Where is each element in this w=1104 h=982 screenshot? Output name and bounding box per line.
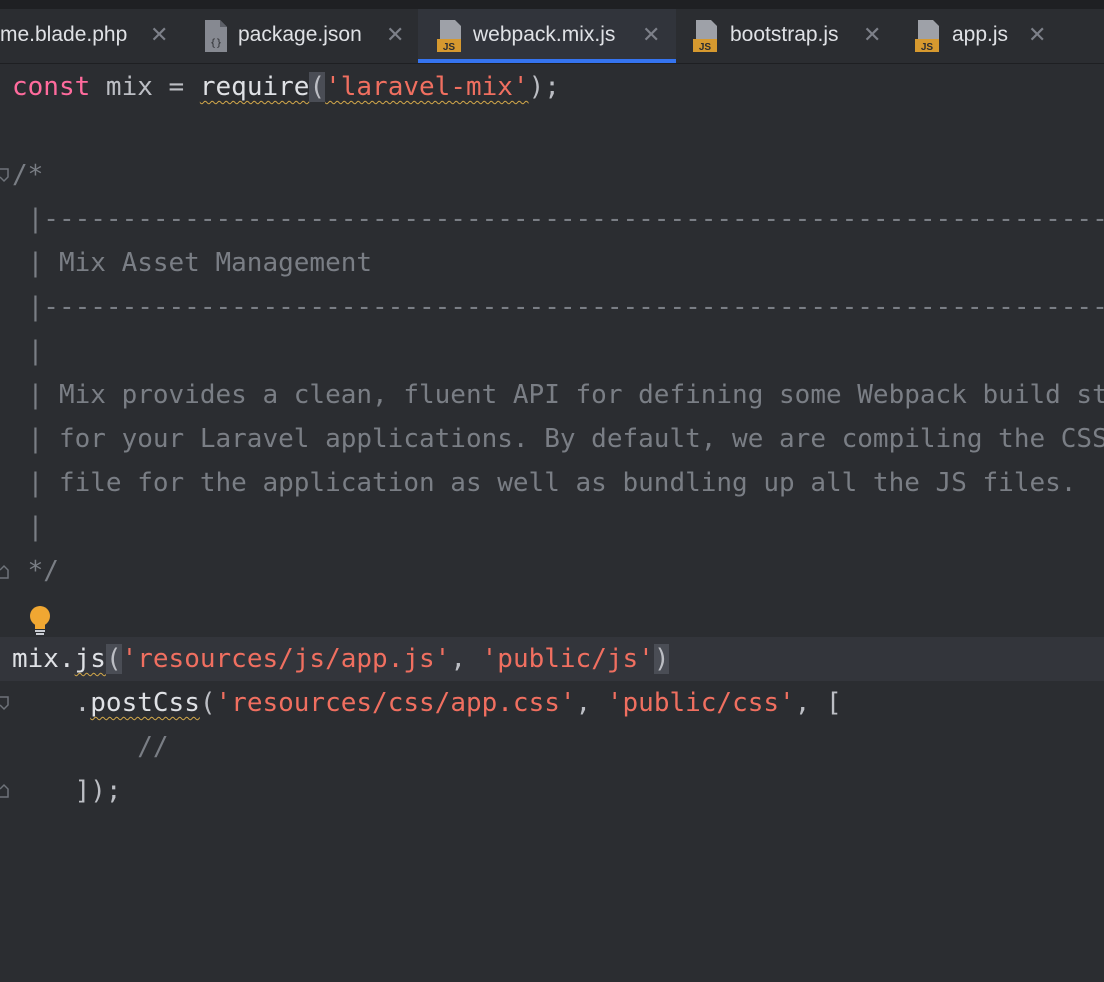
close-icon[interactable]: ✕ xyxy=(642,22,660,48)
function-token: require xyxy=(199,72,310,102)
js-file-icon: JS xyxy=(915,20,939,53)
function-token: js xyxy=(74,644,106,674)
fold-end-icon[interactable] xyxy=(0,564,10,580)
code-token: ); xyxy=(528,72,560,102)
code-line-6[interactable]: |---------------------------------------… xyxy=(12,285,1104,329)
json-file-icon: {} xyxy=(205,20,227,52)
fold-marker-icon[interactable] xyxy=(0,167,10,183)
code-token: ( xyxy=(199,688,216,718)
keyword-token: const xyxy=(12,72,91,102)
close-icon[interactable]: ✕ xyxy=(1028,22,1046,48)
code-token: mix. xyxy=(12,644,75,674)
tab-label: webpack.mix.js xyxy=(473,23,616,46)
lightbulb-icon[interactable] xyxy=(27,605,53,637)
tab-webpack-mix-js[interactable]: JS webpack.mix.js ✕ xyxy=(418,9,676,63)
code-line-4[interactable]: |---------------------------------------… xyxy=(12,197,1104,241)
brace-token: ( xyxy=(309,72,326,102)
brace-token: ( xyxy=(105,644,122,674)
tab-package-json[interactable]: {} package.json ✕ xyxy=(191,9,418,63)
code-token: mix = xyxy=(90,72,200,102)
js-file-icon: JS xyxy=(693,20,717,53)
js-badge-label: JS xyxy=(921,42,934,53)
tab-welcome-blade[interactable]: me.blade.php ✕ xyxy=(0,9,191,63)
tab-label: me.blade.php xyxy=(0,23,128,46)
string-token: 'public/css' xyxy=(606,688,795,718)
code-line-12[interactable]: */ xyxy=(12,549,59,593)
code-line-16[interactable]: // xyxy=(12,725,169,769)
brace-token: ) xyxy=(653,644,670,674)
code-line-17[interactable]: ]); xyxy=(12,769,122,813)
fold-marker-icon[interactable] xyxy=(0,695,10,711)
code-editor[interactable]: const mix = require('laravel-mix'); /* |… xyxy=(0,64,1104,982)
code-token: , xyxy=(450,644,482,674)
code-line-9[interactable]: | for your Laravel applications. By defa… xyxy=(12,417,1104,461)
string-token: 'resources/js/app.js' xyxy=(121,644,451,674)
code-line-14[interactable]: mix.js('resources/js/app.js', 'public/js… xyxy=(12,637,670,681)
code-line-10[interactable]: | file for the application as well as bu… xyxy=(12,461,1077,505)
editor-tab-bar: me.blade.php ✕ {} package.json ✕ JS webp… xyxy=(0,9,1104,64)
close-icon[interactable]: ✕ xyxy=(863,22,881,48)
function-token: postCss xyxy=(90,688,200,718)
tab-app-js[interactable]: JS app.js ✕ xyxy=(898,9,1104,63)
close-icon[interactable]: ✕ xyxy=(386,22,404,48)
code-line-7[interactable]: | xyxy=(12,329,44,373)
svg-text:{}: {} xyxy=(210,38,222,49)
window-top-strip xyxy=(0,0,1104,9)
tab-bootstrap-js[interactable]: JS bootstrap.js ✕ xyxy=(676,9,898,63)
fold-end-icon[interactable] xyxy=(0,783,10,799)
js-badge-label: JS xyxy=(699,42,712,53)
tab-label: package.json xyxy=(238,23,362,46)
code-line-15[interactable]: .postCss('resources/css/app.css', 'publi… xyxy=(12,681,842,725)
tab-label: app.js xyxy=(952,23,1009,46)
string-token: 'laravel-mix' xyxy=(325,72,529,102)
code-line-3[interactable]: /* xyxy=(12,153,43,197)
tab-label: bootstrap.js xyxy=(730,23,839,46)
code-line-5[interactable]: | Mix Asset Management xyxy=(12,241,372,285)
code-token: , xyxy=(575,688,607,718)
code-token: , [ xyxy=(794,688,842,718)
string-token: 'resources/css/app.css' xyxy=(215,688,576,718)
close-icon[interactable]: ✕ xyxy=(150,22,168,48)
js-file-icon: JS xyxy=(437,20,461,53)
code-line-1[interactable]: const mix = require('laravel-mix'); xyxy=(12,65,560,109)
code-line-11[interactable]: | xyxy=(12,505,44,549)
string-token: 'public/js' xyxy=(481,644,654,674)
comment-token: // xyxy=(137,732,169,762)
code-token: . xyxy=(12,688,91,718)
code-line-8[interactable]: | Mix provides a clean, fluent API for d… xyxy=(12,373,1104,417)
js-badge-label: JS xyxy=(443,42,456,53)
